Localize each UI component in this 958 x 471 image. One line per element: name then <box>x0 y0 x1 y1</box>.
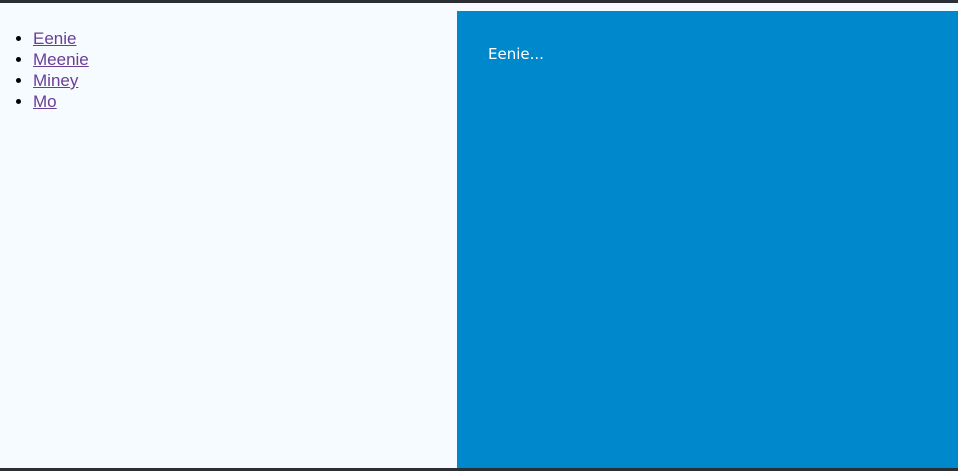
nav-link-meenie[interactable]: Meenie <box>33 50 89 69</box>
list-item: Miney <box>33 70 89 91</box>
nav-list: Eenie Meenie Miney Mo <box>33 28 89 112</box>
content-panel: Eenie... <box>457 11 958 468</box>
nav-panel: Eenie Meenie Miney Mo <box>0 3 457 468</box>
list-item: Mo <box>33 91 89 112</box>
content-text: Eenie... <box>488 45 544 63</box>
nav-link-miney[interactable]: Miney <box>33 71 78 90</box>
page-frame: Eenie Meenie Miney Mo Eenie... <box>0 3 958 468</box>
nav-link-mo[interactable]: Mo <box>33 92 57 111</box>
nav-link-eenie[interactable]: Eenie <box>33 29 76 48</box>
list-item: Meenie <box>33 49 89 70</box>
list-item: Eenie <box>33 28 89 49</box>
